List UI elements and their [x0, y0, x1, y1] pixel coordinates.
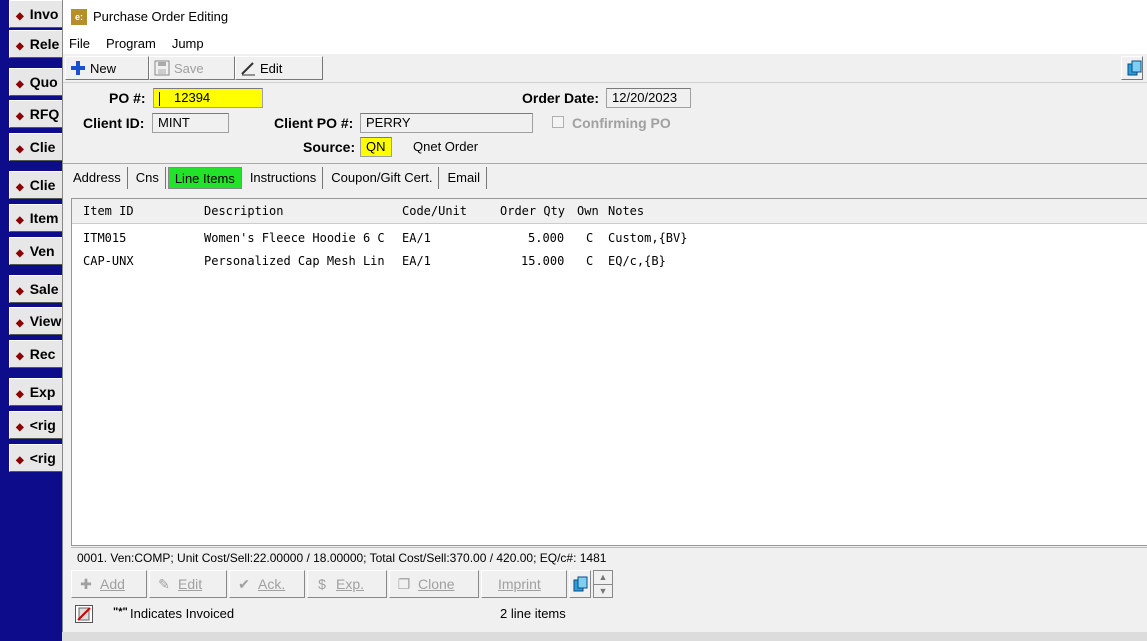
- tab-bar: Address Cns Line Items Instructions Coup…: [67, 167, 489, 191]
- ack-button[interactable]: ✔ Ack.: [229, 570, 305, 598]
- menu-program[interactable]: Program: [106, 36, 156, 51]
- line-item-status: 0001. Ven:COMP; Unit Cost/Sell:22.00000 …: [71, 547, 1147, 567]
- client-po-label: Client PO #:: [274, 115, 354, 131]
- confirming-po-label: Confirming PO: [572, 115, 671, 131]
- purchase-order-window: e: Purchase Order Editing File Program J…: [62, 0, 1147, 641]
- invoiced-legend: Indicates Invoiced: [130, 606, 235, 621]
- side-menu-item[interactable]: ◆ Rec: [9, 340, 65, 368]
- source-field[interactable]: QN: [360, 137, 392, 157]
- line-items-grid[interactable]: Item ID Description Code/Unit Order Qty …: [71, 198, 1147, 546]
- col-code-unit[interactable]: Code/Unit: [402, 204, 467, 218]
- client-id-field[interactable]: MINT: [152, 113, 229, 133]
- pencil-icon: ✎: [158, 575, 170, 592]
- source-label: Source:: [303, 139, 356, 155]
- app-icon: e:: [71, 8, 87, 25]
- menu-file[interactable]: File: [69, 36, 90, 51]
- col-order-qty[interactable]: Order Qty: [500, 204, 565, 218]
- reorder-spinner[interactable]: ▲ ▼: [593, 570, 613, 598]
- col-notes[interactable]: Notes: [608, 204, 644, 218]
- side-menu-item[interactable]: ◆ Clie: [9, 133, 65, 161]
- col-item-id[interactable]: Item ID: [83, 204, 134, 218]
- line-item-count: 2 line items: [500, 606, 566, 621]
- invoiced-mark: "*": [113, 606, 128, 618]
- divider: [63, 163, 1147, 164]
- side-menu-item[interactable]: ◆ View: [9, 307, 65, 335]
- copy-window-button[interactable]: [569, 570, 591, 598]
- side-menu-item[interactable]: ◆ Sale: [9, 275, 65, 303]
- tab-address[interactable]: Address: [67, 167, 128, 189]
- order-date-field[interactable]: 12/20/2023: [606, 88, 691, 108]
- floppy-disk-icon: [154, 60, 170, 76]
- client-po-field[interactable]: PERRY: [360, 113, 533, 133]
- side-menu-item[interactable]: ◆ Rele: [9, 30, 65, 58]
- window-title: Purchase Order Editing: [93, 9, 229, 24]
- grid-header: Item ID Description Code/Unit Order Qty …: [72, 199, 1147, 224]
- side-menu-item[interactable]: ◆ <rig: [9, 444, 65, 472]
- table-row[interactable]: ITM015 Women's Fleece Hoodie 6 C EA/1 5.…: [72, 226, 1147, 248]
- tab-email[interactable]: Email: [441, 167, 487, 189]
- source-description: Qnet Order: [413, 139, 479, 154]
- side-menu-item[interactable]: ◆ Item: [9, 204, 65, 232]
- tab-coupon-gift-cert[interactable]: Coupon/Gift Cert.: [325, 167, 440, 189]
- tab-instructions[interactable]: Instructions: [244, 167, 324, 189]
- title-bar: e: Purchase Order Editing: [63, 0, 1147, 33]
- copy-window-button[interactable]: [1121, 56, 1143, 80]
- menu-bar: File Program Jump: [63, 33, 1147, 54]
- toolbar: New Save Edit: [63, 54, 1147, 83]
- save-button[interactable]: Save: [149, 56, 235, 80]
- table-row[interactable]: CAP-UNX Personalized Cap Mesh Lin EA/1 1…: [72, 249, 1147, 271]
- edit-line-button[interactable]: ✎ Edit: [149, 570, 227, 598]
- new-button[interactable]: New: [65, 56, 149, 80]
- copy-icon: [573, 576, 588, 592]
- po-number-field[interactable]: 12394: [153, 88, 263, 108]
- plus-icon: ✚: [80, 575, 92, 592]
- clone-button[interactable]: ❐ Clone: [389, 570, 479, 598]
- col-own[interactable]: Own: [577, 204, 599, 218]
- po-number-label: PO #:: [109, 90, 146, 106]
- checkmark-icon: ✔: [238, 575, 250, 592]
- edit-button[interactable]: Edit: [235, 56, 323, 80]
- side-menu-item[interactable]: ◆ Exp: [9, 378, 65, 406]
- line-item-actions: ✚ Add ✎ Edit ✔ Ack. $ Exp. ❐ Clone Imprint ▲ …: [71, 569, 1147, 599]
- copy-icon: [1126, 60, 1142, 76]
- plus-icon: [70, 60, 86, 76]
- copy-icon: ❐: [397, 575, 411, 592]
- side-menu-item[interactable]: ◆ Ven: [9, 237, 65, 265]
- exp-button[interactable]: $ Exp.: [307, 570, 387, 598]
- dollar-icon: $: [318, 576, 326, 592]
- client-id-label: Client ID:: [83, 115, 145, 131]
- add-line-button[interactable]: ✚ Add: [71, 570, 147, 598]
- imprint-button[interactable]: Imprint: [481, 570, 567, 598]
- pencil-icon: [240, 60, 256, 76]
- side-menu-item[interactable]: ◆ Invo: [9, 0, 65, 28]
- text-caret: [159, 91, 160, 106]
- tab-line-items[interactable]: Line Items: [167, 167, 242, 189]
- move-down-icon[interactable]: ▼: [594, 585, 612, 598]
- side-menu-item[interactable]: ◆ Quo: [9, 68, 65, 96]
- footer: "*" Indicates Invoiced 2 line items: [71, 602, 1147, 628]
- side-menu-item[interactable]: ◆ RFQ: [9, 100, 65, 128]
- move-up-icon[interactable]: ▲: [594, 571, 612, 585]
- invoice-status-icon[interactable]: [75, 605, 93, 623]
- confirming-po-checkbox[interactable]: [552, 116, 564, 128]
- order-date-label: Order Date:: [522, 90, 600, 106]
- tab-cns[interactable]: Cns: [130, 167, 166, 189]
- col-description[interactable]: Description: [204, 204, 283, 218]
- horizontal-scrollbar[interactable]: [62, 632, 1147, 641]
- background-side-menu: ◆ Invo ◆ Rele ◆ Quo ◆ RFQ ◆ Clie ◆ Clie ◆ Item …: [0, 0, 65, 641]
- side-menu-item[interactable]: ◆ Clie: [9, 171, 65, 199]
- side-menu-item[interactable]: ◆ <rig: [9, 411, 65, 439]
- menu-jump[interactable]: Jump: [172, 36, 204, 51]
